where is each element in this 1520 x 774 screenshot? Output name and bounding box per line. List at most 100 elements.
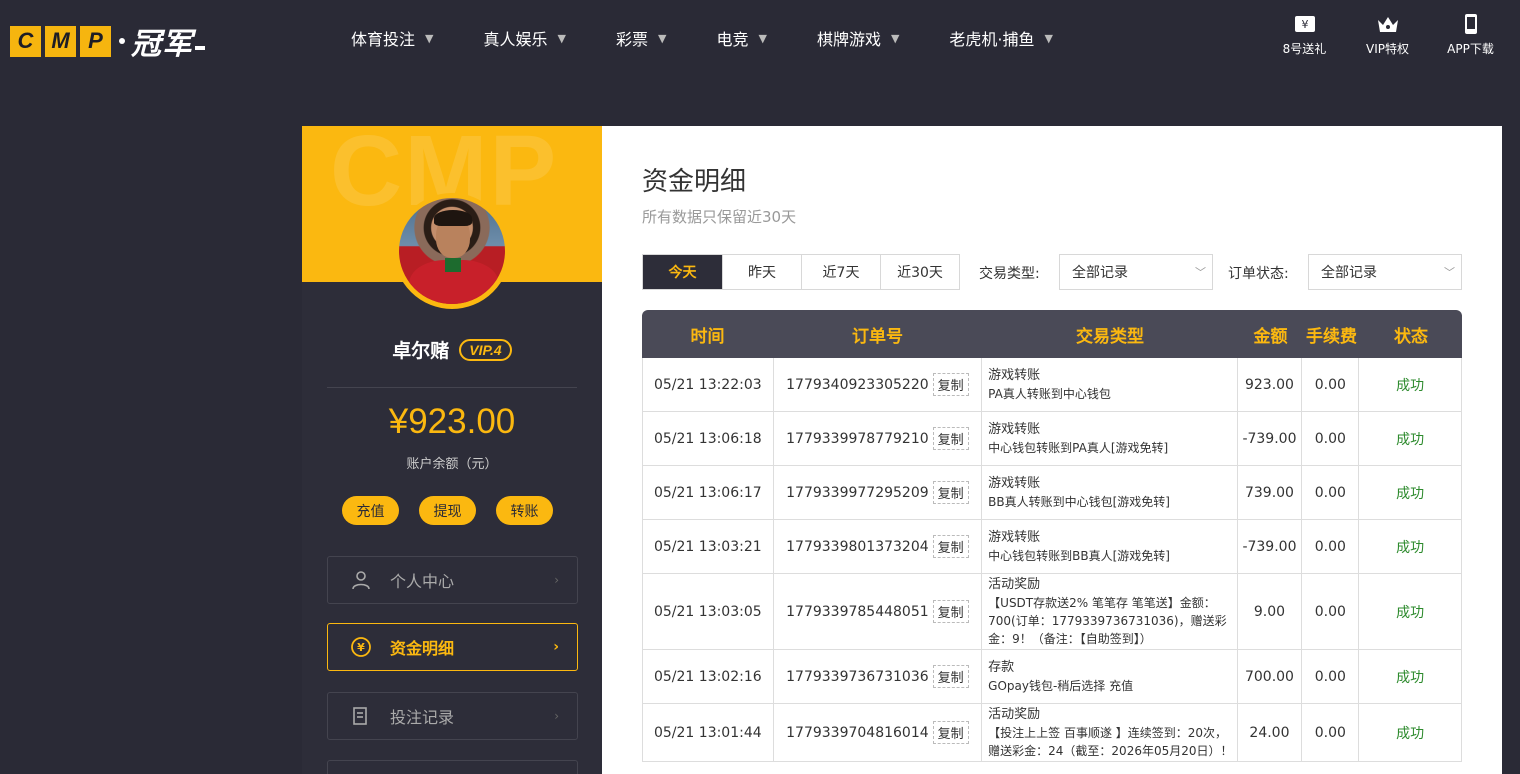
transaction-desc: 中心钱包转账到BB真人[游戏免转] — [988, 548, 1170, 563]
document-icon — [350, 705, 372, 727]
tool-label: 8号送礼 — [1282, 42, 1327, 56]
table-row: 05/21 13:22:03 1779340923305220 复制 游戏转账 PA真人… — [642, 358, 1462, 412]
column-header-time: 时间 — [690, 326, 725, 347]
cell-status: 成功 — [1396, 377, 1425, 394]
tab-yesterday[interactable]: 昨天 — [722, 255, 801, 289]
yen-coin-icon: ¥ — [350, 636, 372, 658]
sidebar-item-bet-records[interactable]: 投注记录 › — [327, 692, 578, 740]
date-range-tabs: 今天 昨天 近7天 近30天 — [642, 254, 960, 290]
avatar[interactable] — [394, 193, 510, 309]
nav-item-slots[interactable]: 老虎机·捕鱼 ▼ — [949, 26, 1053, 50]
cell-type: 游戏转账 PA真人转账到中心钱包 — [982, 358, 1238, 411]
cell-status: 成功 — [1396, 669, 1425, 686]
column-header-fee: 手续费 — [1306, 326, 1357, 347]
cell-fee: 0.00 — [1302, 358, 1360, 411]
account-balance: ¥923.00 — [388, 402, 516, 441]
table-row: 05/21 13:03:21 1779339801373204 复制 游戏转账 中心钱包… — [642, 520, 1462, 574]
transaction-type: 活动奖励 — [988, 576, 1041, 592]
chevron-down-icon: ▼ — [758, 31, 767, 45]
cell-amount: -739.00 — [1238, 520, 1303, 573]
cell-type: 游戏转账 中心钱包转账到PA真人[游戏免转] — [982, 412, 1238, 465]
nav-label: 老虎机·捕鱼 — [949, 30, 1035, 49]
column-header-status: 状态 — [1394, 326, 1428, 347]
order-status-select[interactable]: 全部记录 ﹀ — [1308, 254, 1462, 290]
transaction-type: 游戏转账 — [988, 421, 1041, 437]
divider — [327, 387, 577, 388]
logo-letter-p: P — [80, 25, 111, 57]
cell-type: 存款 GOpay钱包-稍后选择 充值 — [982, 650, 1238, 703]
logo-letter-c: C — [10, 25, 41, 57]
select-value: 全部记录 — [1321, 265, 1377, 281]
top-navbar: C M P 冠军 体育投注 ▼ 真人娱乐 ▼ 彩票 ▼ 电竞 ▼ 棋牌游戏 ▼ 老虎机·捕… — [0, 0, 1520, 74]
cell-time: 05/21 13:06:18 — [643, 412, 774, 465]
nav-label: 体育投注 — [351, 30, 416, 49]
tool-label: VIP特权 — [1366, 42, 1409, 56]
tab-7-days[interactable]: 近7天 — [801, 255, 880, 289]
transaction-type-select[interactable]: 全部记录 ﹀ — [1059, 254, 1213, 290]
nav-item-live-casino[interactable]: 真人娱乐 ▼ — [483, 26, 565, 50]
copy-button[interactable]: 复制 — [932, 427, 969, 450]
header-tools: ¥ 8号送礼 VIP特权 APP下载 — [1263, 14, 1512, 57]
logo-dot — [119, 38, 125, 44]
sidebar-item-label: 投注记录 — [390, 708, 455, 727]
copy-button[interactable]: 复制 — [932, 373, 969, 396]
cell-amount: 923.00 — [1238, 358, 1303, 411]
cell-fee: 0.00 — [1302, 704, 1360, 761]
cell-fee: 0.00 — [1302, 466, 1360, 519]
gift-8-button[interactable]: ¥ 8号送礼 — [1263, 14, 1346, 57]
main-nav: 体育投注 ▼ 真人娱乐 ▼ 彩票 ▼ 电竞 ▼ 棋牌游戏 ▼ 老虎机·捕鱼 ▼ — [351, 26, 1103, 50]
withdraw-button[interactable]: 提现 — [419, 496, 476, 525]
table-row: 05/21 13:02:16 1779339736731036 复制 存款 GOpay钱… — [642, 650, 1462, 704]
sidebar-item-fund-details[interactable]: ¥ 资金明细 › — [327, 623, 578, 671]
deposit-button[interactable]: 充值 — [342, 496, 399, 525]
cell-order: 1779339801373204 复制 — [774, 520, 983, 573]
cell-fee: 0.00 — [1302, 650, 1360, 703]
tab-30-days[interactable]: 近30天 — [880, 255, 959, 289]
order-number: 1779339977295209 — [786, 484, 929, 501]
balance-label: 账户余额（元） — [406, 457, 498, 472]
cell-status: 成功 — [1396, 485, 1425, 502]
username: 卓尔赌 — [392, 340, 450, 362]
crown-icon — [1377, 17, 1398, 32]
nav-item-esports[interactable]: 电竞 ▼ — [716, 26, 766, 50]
order-number: 1779339785448051 — [786, 603, 929, 620]
nav-item-lottery[interactable]: 彩票 ▼ — [616, 26, 666, 50]
transaction-type: 游戏转账 — [988, 475, 1041, 491]
site-logo[interactable]: C M P 冠军 — [10, 19, 205, 63]
cell-fee: 0.00 — [1302, 520, 1360, 573]
user-info: 卓尔赌 VIP.4 — [302, 336, 602, 363]
tab-today[interactable]: 今天 — [643, 255, 722, 289]
nav-item-sports[interactable]: 体育投注 ▼ — [351, 26, 433, 50]
cell-time: 05/21 13:01:44 — [643, 704, 774, 761]
transaction-desc: GOpay钱包-稍后选择 充值 — [988, 678, 1134, 693]
select-value: 全部记录 — [1072, 265, 1128, 281]
copy-button[interactable]: 复制 — [932, 600, 969, 623]
nav-item-cards[interactable]: 棋牌游戏 ▼ — [817, 26, 899, 50]
sidebar-item-profile[interactable]: 个人中心 › — [327, 556, 578, 604]
chevron-down-icon: ▼ — [557, 31, 566, 45]
transfer-button[interactable]: 转账 — [496, 496, 553, 525]
sidebar-item-more[interactable] — [327, 760, 578, 774]
order-number: 1779339801373204 — [786, 538, 929, 555]
cell-amount: 9.00 — [1238, 574, 1303, 649]
vip-privilege-button[interactable]: VIP特权 — [1346, 14, 1429, 57]
copy-button[interactable]: 复制 — [932, 481, 969, 504]
copy-button[interactable]: 复制 — [932, 721, 969, 744]
tool-label: APP下载 — [1447, 42, 1494, 56]
app-download-button[interactable]: APP下载 — [1429, 14, 1512, 57]
cell-amount: 739.00 — [1238, 466, 1303, 519]
cell-amount: 24.00 — [1238, 704, 1303, 761]
copy-button[interactable]: 复制 — [932, 665, 969, 688]
svg-text:¥: ¥ — [357, 641, 365, 654]
column-header-order: 订单号 — [852, 326, 903, 347]
vip-badge: VIP.4 — [459, 338, 512, 361]
cell-order: 1779339704816014 复制 — [774, 704, 983, 761]
nav-label: 棋牌游戏 — [816, 30, 881, 49]
transaction-type: 游戏转账 — [988, 367, 1041, 383]
table-row: 05/21 13:06:18 1779339978779210 复制 游戏转账 中心钱包… — [642, 412, 1462, 466]
sidebar-item-label: 个人中心 — [390, 572, 455, 591]
transaction-desc: 【USDT存款送2% 笔笔存 笔笔送】金额：700(订单：17793397367… — [988, 595, 1227, 646]
copy-button[interactable]: 复制 — [932, 535, 969, 558]
transaction-desc: 【投注上上签 百事顺遂 】连续签到：20次，赠送彩金：24（截至：2026年05… — [988, 725, 1233, 758]
order-number: 1779340923305220 — [786, 376, 929, 393]
